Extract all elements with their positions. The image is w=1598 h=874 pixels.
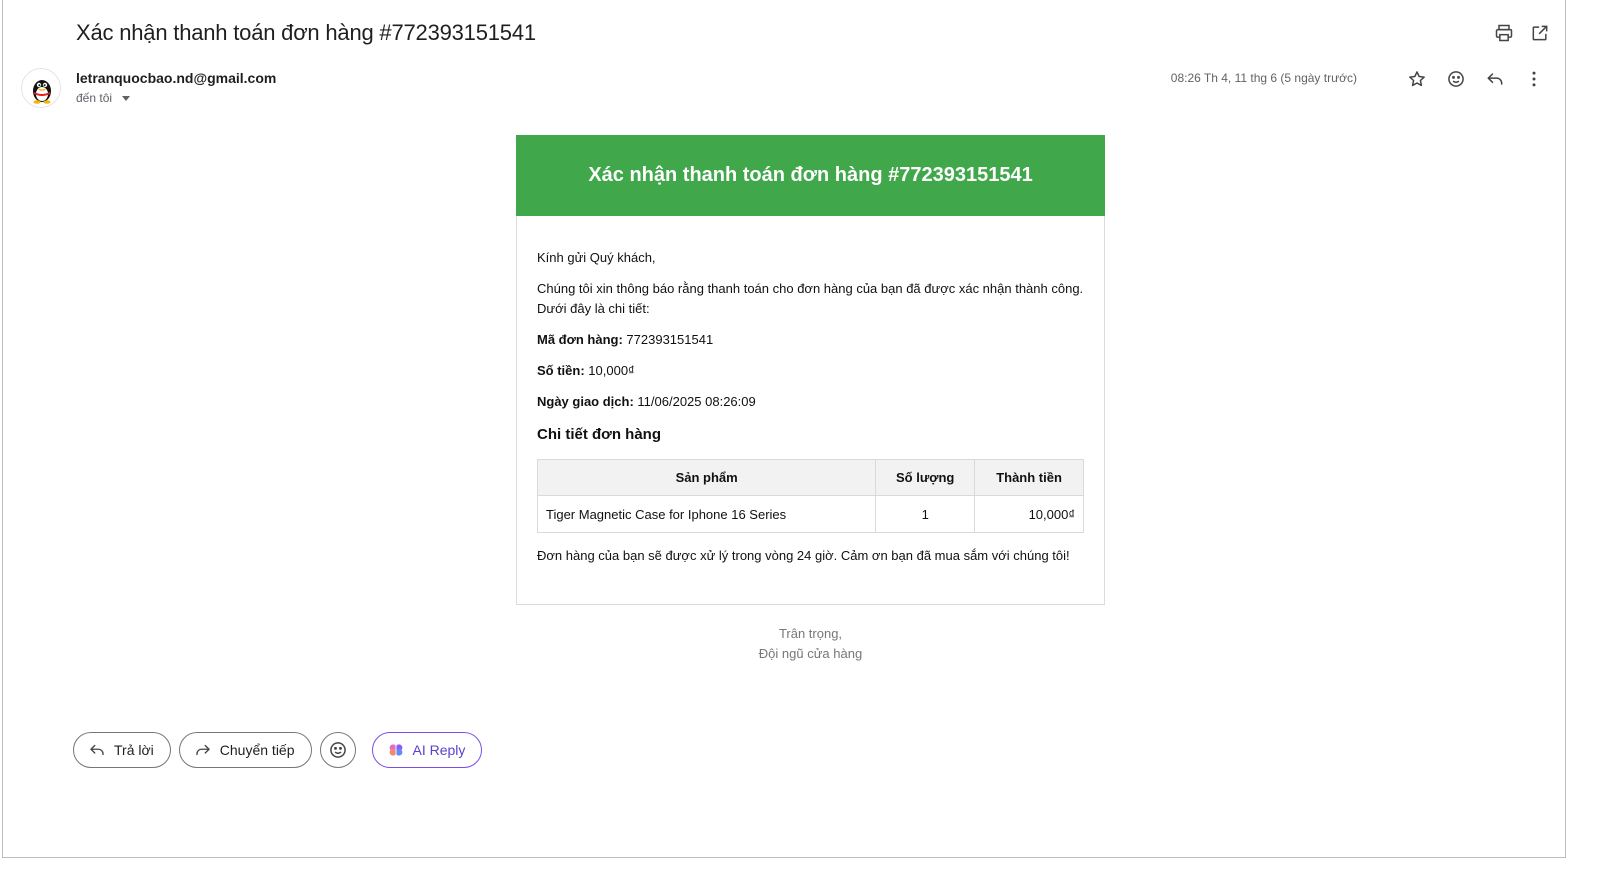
penguin-avatar-icon: [33, 80, 51, 104]
caret-down-icon: [122, 95, 131, 101]
message-toolbar: [1406, 68, 1545, 90]
star-icon: [1409, 71, 1425, 87]
reply-pill-button[interactable]: Trả lời: [73, 732, 171, 768]
sender-avatar[interactable]: [21, 68, 61, 108]
open-in-new-window-button[interactable]: [1529, 22, 1551, 44]
emoji-icon: [329, 742, 346, 758]
star-button[interactable]: [1406, 68, 1428, 90]
ai-reply-button[interactable]: AI Reply: [371, 732, 483, 768]
reply-button[interactable]: [1484, 68, 1506, 90]
recipient-dropdown[interactable]: đến tôi: [76, 91, 131, 105]
reply-label: Trả lời: [114, 742, 154, 758]
transaction-date-label: Ngày giao dịch:: [537, 394, 634, 409]
closing-team: Đội ngũ cửa hàng: [758, 646, 863, 661]
amount-line: Số tiền: 10,000₫: [537, 361, 1084, 381]
ai-reply-label: AI Reply: [412, 742, 466, 758]
reply-icon: [1487, 73, 1503, 85]
amount-label: Số tiền:: [537, 363, 585, 378]
quantity-cell: 1: [875, 495, 976, 533]
email-subject: Xác nhận thanh toán đơn hàng #7723931515…: [76, 20, 536, 45]
emoji-reaction-button[interactable]: [319, 732, 356, 768]
banner-title: Xác nhận thanh toán đơn hàng #7723931515…: [588, 164, 1033, 186]
order-id-value: 772393151541: [626, 332, 714, 347]
top-toolbar: [1493, 22, 1551, 44]
open-in-new-icon: [1532, 25, 1548, 41]
greeting: Kính gửi Quý khách,: [537, 250, 656, 265]
brain-icon: [389, 744, 402, 756]
transaction-date-line: Ngày giao dịch: 11/06/2025 08:26:09: [537, 392, 1084, 412]
order-id-label: Mã đơn hàng:: [537, 332, 623, 347]
email-content: Xác nhận thanh toán đơn hàng #7723931515…: [516, 135, 1105, 605]
order-details-heading: Chi tiết đơn hàng: [537, 426, 661, 443]
bottom-actions: Trả lời Chuyển tiếp AI Reply: [73, 732, 483, 768]
line-total-cell: 10,000₫: [974, 495, 1084, 533]
order-items-table: Sản phẩm Số lượng Thành tiền Tiger Magne…: [536, 459, 1084, 533]
footer-note: Đơn hàng của bạn sẽ được xử lý trong vòn…: [537, 548, 1070, 563]
column-header-product: Sản phẩm: [536, 459, 877, 496]
forward-pill-button[interactable]: Chuyển tiếp: [178, 732, 312, 768]
email-signature: Trân trọng, Đội ngũ cửa hàng: [516, 624, 1105, 664]
closing-regards: Trân trọng,: [778, 626, 843, 641]
more-vert-icon: [1532, 71, 1536, 87]
more-options-button[interactable]: [1523, 68, 1545, 90]
forward-icon: [196, 744, 210, 756]
emoji-icon: [1448, 71, 1464, 87]
sender-email: letranquocbao.nd@gmail.com: [76, 70, 277, 86]
reply-icon: [90, 744, 104, 756]
email-body: Kính gửi Quý khách, Chúng tôi xin thông …: [516, 216, 1105, 605]
forward-label: Chuyển tiếp: [219, 742, 295, 758]
email-banner: Xác nhận thanh toán đơn hàng #7723931515…: [516, 135, 1105, 216]
column-header-quantity: Số lượng: [875, 459, 976, 496]
product-name-cell: Tiger Magnetic Case for Iphone 16 Series: [536, 495, 877, 533]
email-date: 08:26 Th 4, 11 thg 6 (5 ngày trước): [1170, 71, 1357, 85]
order-id-line: Mã đơn hàng: 772393151541: [537, 330, 1084, 350]
table-header-row: Sản phẩm Số lượng Thành tiền: [536, 459, 1084, 496]
column-header-total: Thành tiền: [974, 459, 1084, 496]
print-icon: [1495, 24, 1513, 42]
recipient-label: đến tôi: [76, 91, 113, 105]
table-row: Tiger Magnetic Case for Iphone 16 Series…: [536, 495, 1084, 533]
amount-value: 10,000₫: [588, 363, 635, 378]
intro-text: Chúng tôi xin thông báo rằng thanh toán …: [537, 281, 1084, 316]
print-button[interactable]: [1493, 22, 1515, 44]
transaction-date-value: 11/06/2025 08:26:09: [637, 394, 756, 409]
add-reaction-button[interactable]: [1445, 68, 1467, 90]
